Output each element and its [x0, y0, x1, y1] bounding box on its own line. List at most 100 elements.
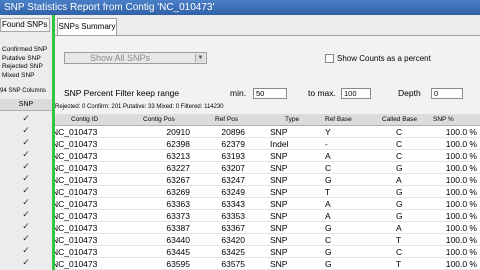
cell-contig-pos: 63440 [166, 235, 190, 245]
cell-type: SNP [270, 235, 288, 245]
show-counts-label: Show Counts as a percent [337, 54, 431, 63]
cell-contig-pos: 63363 [166, 199, 190, 209]
col-called-base[interactable]: Called Base [382, 114, 417, 125]
max-percent-input[interactable]: 100 [341, 88, 371, 99]
cell-called-base: G [396, 187, 403, 197]
min-percent-input[interactable]: 50 [253, 88, 287, 99]
cell-called-base: A [396, 175, 402, 185]
snp-check-icon[interactable]: ✓ [0, 124, 52, 136]
chevron-down-icon[interactable]: ▼ [195, 54, 205, 62]
table-row[interactable]: NC_010473 63445 63425 SNP G C 100.0 % [55, 246, 480, 258]
cell-type: SNP [270, 199, 288, 209]
snp-check-icon[interactable]: ✓ [0, 244, 52, 256]
snp-check-icon[interactable]: ✓ [0, 220, 52, 232]
table-row[interactable]: NC_010473 63267 63247 SNP G A 100.0 % [55, 174, 480, 186]
snp-check-icon[interactable]: ✓ [0, 148, 52, 160]
snp-check-icon[interactable]: ✓ [0, 112, 52, 124]
table-row[interactable]: NC_010473 63373 63353 SNP A G 100.0 % [55, 210, 480, 222]
table-row[interactable]: NC_010473 63213 63193 SNP A C 100.0 % [55, 150, 480, 162]
cell-contig-pos: 63373 [166, 211, 190, 221]
cell-snp-percent: 100.0 % [445, 151, 477, 161]
cell-snp-percent: 100.0 % [445, 247, 477, 257]
cell-type: SNP [270, 127, 288, 137]
cell-called-base: C [396, 127, 403, 137]
cell-ref-pos: 63249 [221, 187, 245, 197]
table-row[interactable]: NC_010473 20910 20896 SNP Y C 100.0 % [55, 126, 480, 138]
snp-check-icon[interactable]: ✓ [0, 196, 52, 208]
cell-contig-id: NC_010473 [55, 127, 98, 137]
cell-ref-base: G [325, 247, 332, 257]
cell-snp-percent: 100.0 % [445, 259, 477, 269]
snp-check-icon[interactable]: ✓ [0, 184, 52, 196]
cell-contig-id: NC_010473 [55, 175, 98, 185]
col-ref-pos[interactable]: Ref Pos [215, 114, 238, 125]
snp-check-icon[interactable]: ✓ [0, 256, 52, 268]
depth-label: Depth [398, 88, 421, 98]
cell-snp-percent: 100.0 % [445, 127, 477, 137]
table-row[interactable]: NC_010473 63269 63249 SNP T G 100.0 % [55, 186, 480, 198]
col-snp-percent[interactable]: SNP % [433, 114, 454, 125]
cell-ref-base: A [325, 211, 331, 221]
legend-confirmed: Confirmed SNP [2, 46, 48, 53]
snp-table: Contig ID Contig Pos Ref Pos Type Ref Ba… [55, 114, 480, 270]
cell-contig-id: NC_010473 [55, 187, 98, 197]
legend-rejected: Rejected SNP [2, 63, 43, 70]
show-snps-select[interactable]: Show All SNPs ▼ [64, 52, 207, 64]
cell-snp-percent: 100.0 % [445, 175, 477, 185]
snp-columns-count: 94 SNP Columns [0, 88, 46, 94]
cell-contig-pos: 62398 [166, 139, 190, 149]
cell-ref-pos: 63343 [221, 199, 245, 209]
cell-type: SNP [270, 247, 288, 257]
table-row[interactable]: NC_010473 63595 63575 SNP G T 100.0 % [55, 258, 480, 270]
table-body: NC_010473 20910 20896 SNP Y C 100.0 % NC_010473… [55, 126, 480, 270]
filter-area: Show All SNPs ▼ Show Counts as a percent… [55, 36, 480, 107]
cell-snp-percent: 100.0 % [445, 163, 477, 173]
cell-contig-id: NC_010473 [55, 139, 98, 149]
cell-called-base: C [396, 151, 403, 161]
cell-ref-pos: 63207 [221, 163, 245, 173]
cell-snp-percent: 100.0 % [445, 199, 477, 209]
col-ref-base[interactable]: Ref Base [325, 114, 352, 125]
cell-called-base: C [396, 139, 403, 149]
snp-check-icon[interactable]: ✓ [0, 160, 52, 172]
tab-found-snps[interactable]: Found SNPs [0, 18, 50, 32]
cell-type: SNP [270, 187, 288, 197]
cell-called-base: G [396, 211, 403, 221]
cell-contig-id: NC_010473 [55, 199, 98, 209]
col-contig-id[interactable]: Contig ID [71, 114, 98, 125]
percent-filter-label: SNP Percent Filter keep range [64, 88, 180, 98]
cell-ref-pos: 63425 [221, 247, 245, 257]
cell-snp-percent: 100.0 % [445, 235, 477, 245]
cell-called-base: C [396, 247, 403, 257]
cell-contig-id: NC_010473 [55, 235, 98, 245]
snp-column-header[interactable]: SNP [0, 99, 52, 111]
col-contig-pos[interactable]: Contig Pos [143, 114, 175, 125]
col-type[interactable]: Type [285, 114, 299, 125]
table-row[interactable]: NC_010473 63440 63420 SNP C T 100.0 % [55, 234, 480, 246]
show-counts-checkbox[interactable] [325, 54, 334, 63]
cell-contig-pos: 63445 [166, 247, 190, 257]
snp-check-icon[interactable]: ✓ [0, 208, 52, 220]
table-row[interactable]: NC_010473 63363 63343 SNP A G 100.0 % [55, 198, 480, 210]
cell-ref-base: - [325, 139, 328, 149]
tab-snps-summary[interactable]: SNPs Summary [57, 18, 117, 35]
legend-mixed: Mixed SNP [2, 71, 35, 79]
cell-ref-pos: 63247 [221, 175, 245, 185]
snp-check-icon[interactable]: ✓ [0, 172, 52, 184]
depth-input[interactable]: 0 [431, 88, 463, 99]
cell-contig-pos: 20910 [166, 127, 190, 137]
table-row[interactable]: NC_010473 63387 63367 SNP G A 100.0 % [55, 222, 480, 234]
cell-ref-base: Y [325, 127, 331, 137]
cell-ref-pos: 63420 [221, 235, 245, 245]
cell-snp-percent: 100.0 % [445, 211, 477, 221]
legend-putative: Putative SNP [2, 54, 41, 62]
table-row[interactable]: NC_010473 63227 63207 SNP C G 100.0 % [55, 162, 480, 174]
cell-type: SNP [270, 211, 288, 221]
table-row[interactable]: NC_010473 62398 62379 Indel - C 100.0 % [55, 138, 480, 150]
cell-ref-pos: 20896 [221, 127, 245, 137]
cell-contig-pos: 63213 [166, 151, 190, 161]
snp-check-icon[interactable]: ✓ [0, 136, 52, 148]
cell-contig-id: NC_010473 [55, 211, 98, 221]
snp-check-icon[interactable]: ✓ [0, 232, 52, 244]
cell-ref-pos: 62379 [221, 139, 245, 149]
